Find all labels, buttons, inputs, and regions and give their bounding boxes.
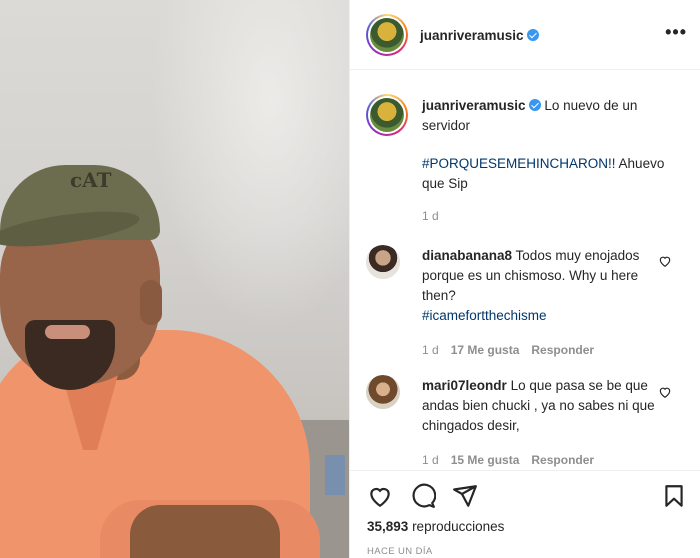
comment-avatar[interactable] [366, 245, 400, 279]
reply-button[interactable]: Responder [531, 343, 594, 357]
author-username[interactable]: juanriveramusic [420, 28, 524, 43]
post-time-ago[interactable]: HACE UN DÍA [367, 546, 433, 557]
heart-icon[interactable] [367, 483, 393, 509]
post-panel: juanriveramusic ••• juanriveramusic Lo n… [349, 0, 700, 558]
comment-likes[interactable]: 17 Me gusta [451, 343, 520, 357]
comment-icon[interactable] [410, 483, 436, 509]
view-count-number: 35,893 [367, 519, 409, 534]
comment-age: 1 d [422, 343, 439, 357]
post-actions: 35,893 reproducciones HACE UN DÍA [350, 470, 700, 558]
caption-avatar[interactable] [366, 94, 408, 136]
comment-avatar[interactable] [366, 375, 400, 409]
verified-badge-icon [528, 99, 541, 111]
comment-like-heart-icon[interactable] [658, 385, 672, 399]
post-video[interactable]: cAT [0, 0, 349, 558]
caption-username[interactable]: juanriveramusic [422, 98, 526, 113]
comment-likes[interactable]: 15 Me gusta [451, 453, 520, 467]
comment-age: 1 d [422, 453, 439, 467]
comment-like-heart-icon[interactable] [658, 254, 672, 268]
author-avatar[interactable] [366, 14, 408, 56]
post-header: juanriveramusic ••• [350, 0, 700, 70]
comment-hashtag[interactable]: #icamefortthechisme [422, 306, 664, 326]
caption-age: 1 d [422, 209, 439, 223]
caption-hashtag[interactable]: #PORQUESEMEHINCHARON!! [422, 156, 616, 171]
view-count-label: reproducciones [412, 519, 505, 534]
post-caption: juanriveramusic Lo nuevo de un servidor … [422, 96, 684, 226]
comment-item: dianabanana8 Todos muy enojados porque e… [422, 246, 664, 360]
comment-username[interactable]: dianabanana8 [422, 248, 512, 263]
comment-item: mari07leondr Lo que pasa se be que andas… [422, 376, 664, 470]
bookmark-icon[interactable] [661, 483, 687, 509]
reply-button[interactable]: Responder [531, 453, 594, 467]
comment-username[interactable]: mari07leondr [422, 378, 507, 393]
verified-badge-icon [526, 29, 539, 41]
share-icon[interactable] [452, 483, 478, 509]
view-count[interactable]: 35,893 reproducciones [367, 519, 504, 534]
more-options-icon[interactable]: ••• [665, 22, 687, 43]
